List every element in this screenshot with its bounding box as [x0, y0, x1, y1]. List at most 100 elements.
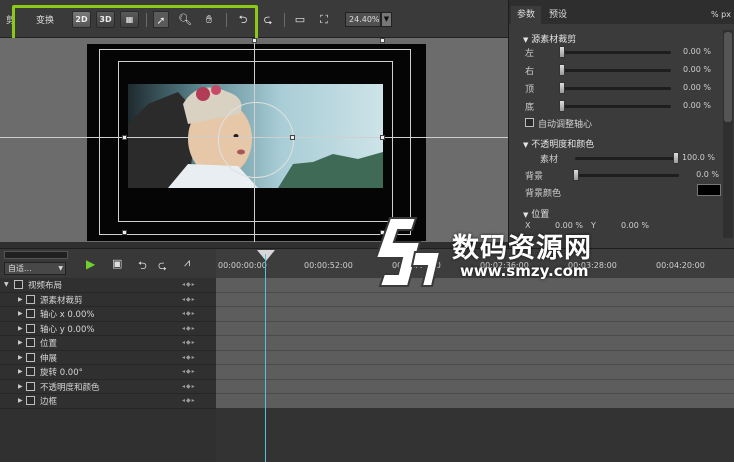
track-row[interactable]: [216, 322, 734, 336]
curve-button[interactable]: ⩘: [184, 256, 190, 270]
crop-right-thumb[interactable]: [559, 64, 565, 76]
track-row[interactable]: [216, 394, 734, 409]
timeline-tracks[interactable]: [216, 278, 734, 409]
properties-panel: 参数 预设 % px ▼ 源素材裁剪 左 0.00 % 右 0.00 % 顶 0…: [508, 0, 734, 248]
fit-button[interactable]: ▭: [292, 11, 308, 28]
transform-handle-left[interactable]: [122, 135, 127, 140]
tree-row-label: 视频布局: [28, 281, 63, 291]
play-button[interactable]: ▶: [86, 257, 95, 271]
crop-top-thumb[interactable]: [559, 82, 565, 94]
position-section-header[interactable]: ▼ 位置: [523, 207, 549, 220]
expand-icon[interactable]: ▶: [18, 296, 25, 303]
track-row[interactable]: [216, 365, 734, 380]
crop-bottom-label: 底: [525, 103, 535, 113]
properties-tabs: 参数 预设 % px: [509, 0, 734, 24]
expand-icon[interactable]: ▶: [18, 383, 25, 390]
tab-parameters[interactable]: 参数: [511, 6, 542, 24]
tree-row-stretch[interactable]: ▶ 伸展 ◂◆▸: [0, 351, 216, 365]
crop-right-slider[interactable]: [561, 69, 671, 72]
keyframe-nav-icon[interactable]: ◂◆▸: [182, 354, 196, 361]
tree-row-position[interactable]: ▶ 位置 ◂◆▸: [0, 336, 216, 351]
tree-row-pivot-x[interactable]: ▶ 轴心 x 0.00% ◂◆▸: [0, 307, 216, 322]
tab-presets[interactable]: 预设: [543, 6, 573, 24]
expand-icon[interactable]: ▶: [18, 310, 25, 317]
keyframe-nav-icon[interactable]: ◂◆▸: [182, 310, 196, 317]
tree-checkbox[interactable]: [26, 323, 35, 333]
tree-checkbox[interactable]: [26, 396, 35, 405]
tree-checkbox[interactable]: [14, 280, 23, 289]
playhead-marker[interactable]: [257, 250, 275, 261]
keyframe-nav-icon[interactable]: ◂◆▸: [182, 281, 196, 288]
comment-icon: ▣: [112, 257, 123, 270]
background-color-swatch[interactable]: [697, 184, 721, 196]
crop-bottom-value[interactable]: 0.00 %: [659, 101, 711, 110]
next-keyframe-button[interactable]: ⮎: [158, 257, 167, 276]
tree-row-label: 边框: [40, 397, 58, 407]
track-row[interactable]: [216, 307, 734, 322]
transform-handle-right[interactable]: [380, 135, 385, 140]
crop-left-value[interactable]: 0.00 %: [659, 47, 711, 56]
background-opacity-value[interactable]: 0.0 %: [667, 170, 719, 179]
prev-keyframe-button[interactable]: ⮌: [138, 257, 147, 276]
tree-checkbox[interactable]: [26, 381, 35, 391]
track-row[interactable]: [216, 351, 734, 365]
material-opacity-value[interactable]: 100.0 %: [663, 153, 715, 162]
tree-row-crop[interactable]: ▶ 源素材裁剪 ◂◆▸: [0, 293, 216, 307]
fit-mode-select[interactable]: 自适... ▼: [4, 262, 66, 275]
zoom-dropdown-button[interactable]: ▼: [381, 12, 392, 27]
timeline-zoom-bar[interactable]: [4, 251, 68, 259]
track-row[interactable]: [216, 293, 734, 307]
crop-top-slider[interactable]: [561, 87, 671, 90]
keyframe-nav-icon[interactable]: ◂◆▸: [182, 368, 196, 375]
rotation-handle[interactable]: [290, 135, 295, 140]
crop-left-slider[interactable]: [561, 51, 671, 54]
tree-row-rotation[interactable]: ▶ 旋转 0.00° ◂◆▸: [0, 365, 216, 380]
expand-icon[interactable]: ▶: [18, 339, 25, 346]
opacity-section-header[interactable]: ▼ 不透明度和颜色: [523, 137, 594, 150]
expand-icon[interactable]: ▶: [18, 368, 25, 375]
tree-checkbox[interactable]: [26, 309, 35, 318]
expand-icon[interactable]: ▼: [4, 281, 11, 288]
properties-scrollbar-thumb[interactable]: [724, 32, 732, 122]
expand-icon[interactable]: ▶: [18, 397, 25, 404]
tree-checkbox[interactable]: [26, 367, 35, 376]
background-opacity-thumb[interactable]: [573, 169, 579, 181]
keyframe-nav-icon[interactable]: ◂◆▸: [182, 296, 196, 303]
track-row[interactable]: [216, 278, 734, 293]
expand-icon[interactable]: ▶: [18, 325, 25, 332]
unit-toggle[interactable]: % px: [711, 10, 731, 19]
site-logo: [374, 217, 442, 287]
crop-top-value[interactable]: 0.00 %: [659, 83, 711, 92]
crop-bottom-thumb[interactable]: [559, 100, 565, 112]
transform-handle-bottom-left[interactable]: [122, 230, 127, 235]
tree-checkbox[interactable]: [26, 294, 35, 304]
keyframe-nav-icon[interactable]: ◂◆▸: [182, 325, 196, 332]
zoom-level-field[interactable]: 24.40%: [345, 12, 381, 27]
keyframe-nav-icon[interactable]: ◂◆▸: [182, 397, 196, 404]
pos-y-value[interactable]: 0.00 %: [621, 221, 649, 230]
crop-section-header[interactable]: ▼ 源素材裁剪: [523, 32, 576, 45]
tree-checkbox[interactable]: [26, 338, 35, 347]
track-row[interactable]: [216, 380, 734, 394]
track-row[interactable]: [216, 336, 734, 351]
tree-row-video-layout[interactable]: ▼ 视频布局 ◂◆▸: [0, 278, 216, 293]
tree-row-pivot-y[interactable]: ▶ 轴心 y 0.00% ◂◆▸: [0, 322, 216, 336]
auto-center-checkbox[interactable]: [525, 118, 534, 127]
crop-left-thumb[interactable]: [559, 46, 565, 58]
add-keyframe-button[interactable]: ▣: [112, 257, 122, 270]
keyframe-nav-icon[interactable]: ◂◆▸: [182, 383, 196, 390]
crop-right-value[interactable]: 0.00 %: [659, 65, 711, 74]
background-opacity-slider[interactable]: [575, 174, 679, 177]
expand-icon[interactable]: ▶: [18, 354, 25, 361]
tree-row-border[interactable]: ▶ 边框 ◂◆▸: [0, 394, 216, 409]
tree-checkbox[interactable]: [26, 352, 35, 362]
crop-bottom-slider[interactable]: [561, 105, 671, 108]
playhead-line[interactable]: [265, 254, 266, 462]
tree-row-opacity[interactable]: ▶ 不透明度和颜色 ◂◆▸: [0, 380, 216, 394]
transform-handle-top-right[interactable]: [380, 38, 385, 43]
transform-handle-top[interactable]: [252, 38, 257, 43]
fullscreen-button[interactable]: ⛶: [316, 11, 332, 28]
keyframe-nav-icon[interactable]: ◂◆▸: [182, 339, 196, 346]
rotation-handle-circle[interactable]: [218, 102, 294, 178]
redo-button[interactable]: ⮎: [260, 11, 276, 28]
